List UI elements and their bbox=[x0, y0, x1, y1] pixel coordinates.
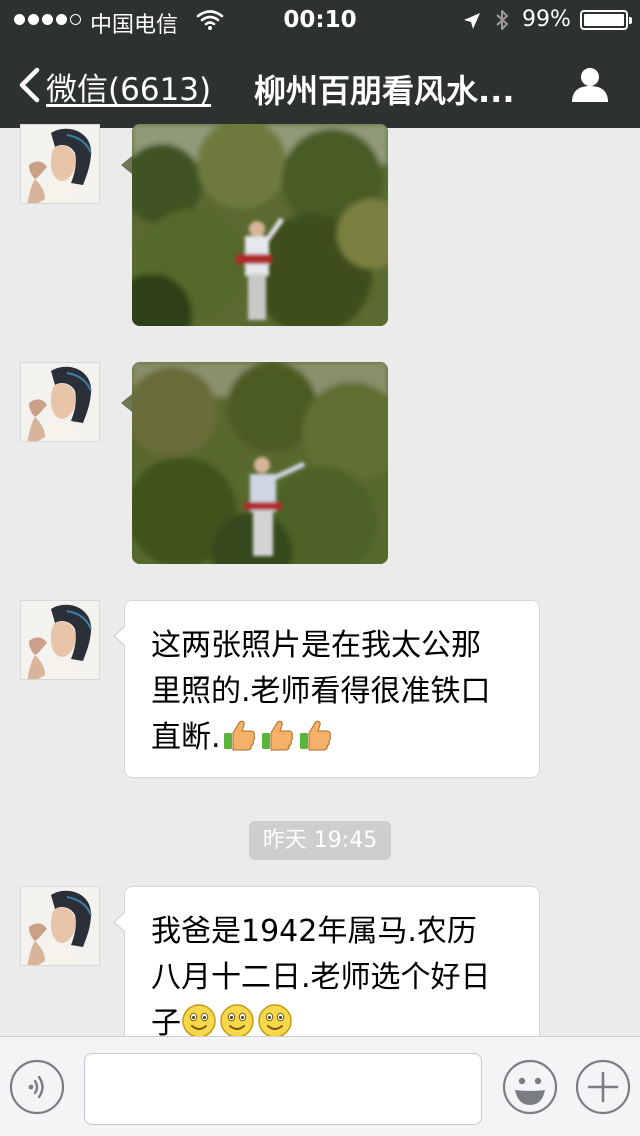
thumbs-up-icon bbox=[221, 717, 257, 753]
chevron-left-icon bbox=[18, 67, 40, 107]
voice-button[interactable] bbox=[9, 1059, 65, 1115]
voice-icon bbox=[9, 1059, 65, 1119]
avatar[interactable] bbox=[20, 600, 100, 680]
smile-icon bbox=[181, 1003, 217, 1039]
input-bar bbox=[0, 1036, 640, 1136]
message-line: 八月十二日.老师选个好日 bbox=[151, 960, 491, 995]
message-input[interactable] bbox=[84, 1053, 482, 1125]
timestamp-badge: 昨天 19:45 bbox=[249, 821, 391, 860]
avatar[interactable] bbox=[20, 886, 100, 966]
more-button[interactable] bbox=[575, 1059, 631, 1115]
avatar[interactable] bbox=[20, 124, 100, 204]
message-line-last: 直断. bbox=[151, 715, 517, 761]
image-message[interactable] bbox=[132, 362, 388, 564]
message-line: 我爸是1942年属马.农历 bbox=[151, 914, 477, 949]
emoji-face-icon bbox=[502, 1059, 558, 1119]
message-line: 这两张照片是在我太公那 bbox=[151, 628, 481, 663]
chat-info-button[interactable] bbox=[570, 66, 610, 108]
battery-percent: 99% bbox=[522, 7, 571, 32]
top-bar: 中国电信 00:10 99% 微信(6613) 柳州百朋看风水... bbox=[0, 0, 640, 128]
plus-icon bbox=[575, 1059, 631, 1119]
back-label: 微信(6613) bbox=[46, 72, 212, 108]
bluetooth-icon bbox=[494, 8, 510, 36]
message-line: 里照的.老师看得很准铁口 bbox=[151, 674, 491, 709]
text-message[interactable]: 这两张照片是在我太公那 里照的.老师看得很准铁口 直断. bbox=[113, 600, 540, 778]
person-icon bbox=[570, 68, 610, 108]
nav-bar: 微信(6613) 柳州百朋看风水... bbox=[0, 40, 640, 128]
avatar[interactable] bbox=[20, 362, 100, 442]
emoji-button[interactable] bbox=[502, 1059, 558, 1115]
status-bar: 中国电信 00:10 99% bbox=[0, 0, 640, 40]
location-arrow-icon bbox=[462, 11, 482, 35]
thumbs-up-icon bbox=[297, 717, 333, 753]
image-message[interactable] bbox=[132, 124, 388, 326]
message-line: 直断. bbox=[151, 720, 221, 755]
smile-icon bbox=[219, 1003, 255, 1039]
smile-icon bbox=[257, 1003, 293, 1039]
chat-title: 柳州百朋看风水... bbox=[254, 72, 515, 110]
battery-fill bbox=[584, 14, 624, 26]
back-button[interactable]: 微信(6613) bbox=[18, 64, 211, 109]
thumbs-up-icon bbox=[259, 717, 295, 753]
battery-icon bbox=[580, 10, 632, 30]
